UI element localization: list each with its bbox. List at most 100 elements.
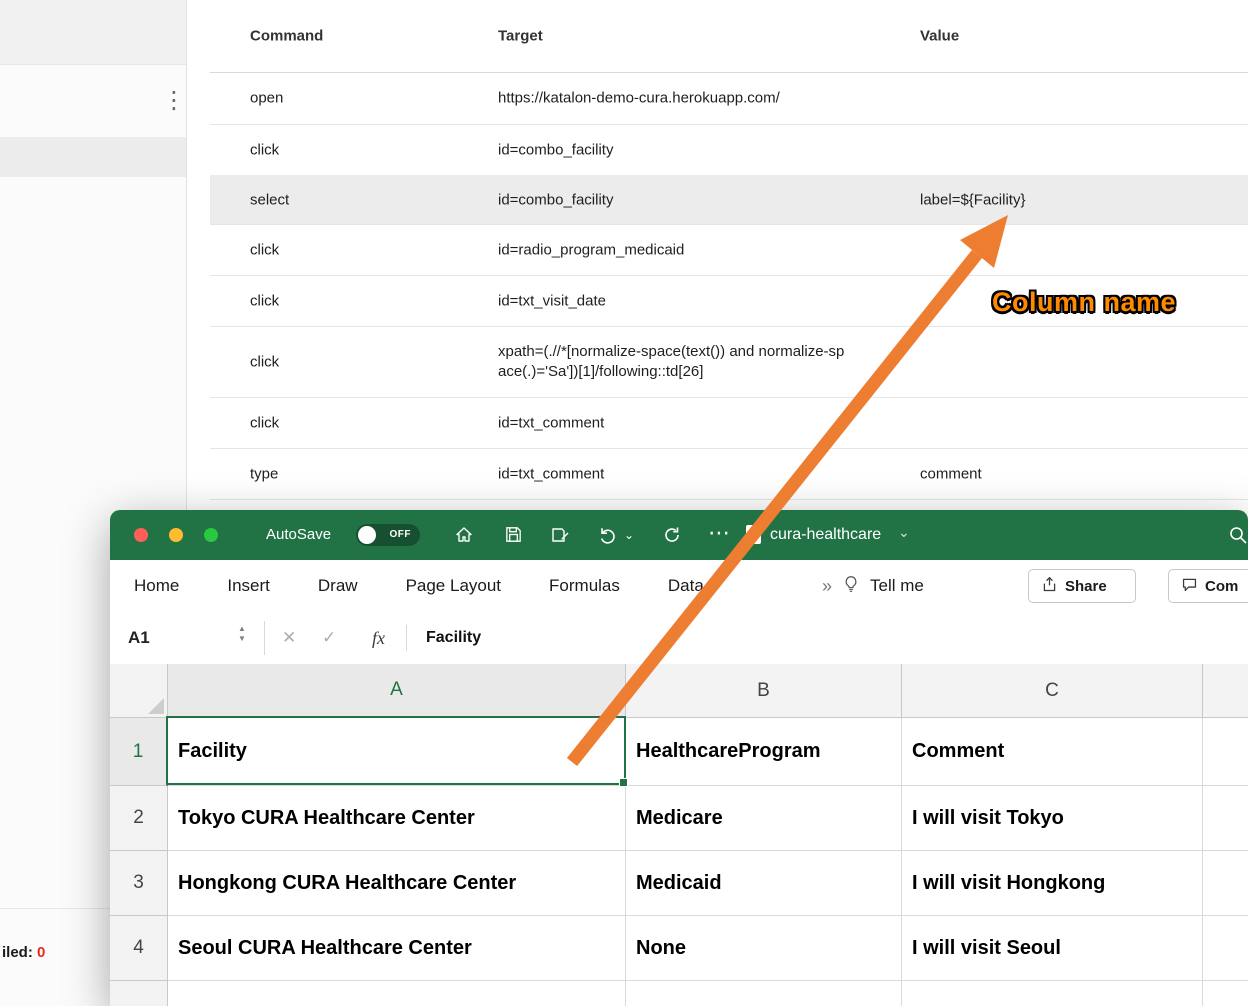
sidebar-selected-item[interactable] [0,137,186,177]
status-count: 0 [37,944,45,961]
step-command: click [250,414,279,431]
step-target: id=radio_program_medicaid [498,241,684,258]
column-header-A[interactable]: A [168,664,626,718]
status-badge: iled: 0 [2,944,45,961]
cell-D3[interactable] [1203,851,1248,916]
test-step-row[interactable]: type id=txt_comment comment [210,448,1248,500]
test-step-row-selected[interactable]: select id=combo_facility label=${Facilit… [210,175,1248,225]
step-target: id=combo_facility [498,191,613,208]
cell-C5[interactable] [902,981,1203,1006]
more-commands-icon[interactable]: ⋯ [708,520,731,546]
cell-A4[interactable]: Seoul CURA Healthcare Center [168,916,626,981]
test-step-row[interactable]: open https://katalon-demo-cura.herokuapp… [210,72,1248,125]
toggle-knob [358,526,376,544]
row-header-1[interactable]: 1 [110,718,168,786]
cell-A5[interactable] [168,981,626,1006]
column-header-C[interactable]: C [902,664,1203,718]
save-icon[interactable] [504,525,523,549]
sheet-row: 2 Tokyo CURA Healthcare Center Medicare … [110,786,1248,851]
row-header-3[interactable]: 3 [110,851,168,916]
home-icon[interactable] [454,525,474,550]
tab-overflow-icon[interactable]: » [822,576,832,597]
cell-A2[interactable]: Tokyo CURA Healthcare Center [168,786,626,851]
row-header-5[interactable] [110,981,168,1006]
cell-C2[interactable]: I will visit Tokyo [902,786,1203,851]
cell-B2[interactable]: Medicare [626,786,902,851]
sheet-row: 1 Facility HealthcareProgram Comment [110,718,1248,786]
kebab-menu-icon[interactable]: ⋮ [162,88,186,114]
save-as-icon[interactable] [550,525,570,550]
test-steps-table: Command Target Value open https://katalo… [210,0,1248,510]
cell-D2[interactable] [1203,786,1248,851]
tab-data[interactable]: Data [668,576,704,596]
share-button[interactable]: Share [1028,569,1136,603]
column-header-target: Target [498,28,543,45]
insert-function-icon[interactable]: fx [372,612,385,664]
traffic-light-zoom-icon[interactable] [204,528,218,542]
column-header-command: Command [250,28,323,45]
formula-bar-divider [264,621,265,655]
comments-button[interactable]: Com [1168,569,1248,603]
cell-A1[interactable]: Facility [168,718,626,786]
test-step-row[interactable]: click id=txt_comment [210,397,1248,449]
excel-window: AutoSave OFF ⌄ ⋯ X cura-heal [110,510,1248,1006]
cell-A3[interactable]: Hongkong CURA Healthcare Center [168,851,626,916]
tab-formulas[interactable]: Formulas [549,576,620,596]
spinner-up-icon[interactable]: ▲ [238,625,246,633]
name-box-spinner[interactable]: ▲ ▼ [238,625,246,643]
excel-doc-icon: X [746,525,761,544]
step-command: type [250,465,278,482]
tab-insert[interactable]: Insert [227,576,270,596]
column-header-B[interactable]: B [626,664,902,718]
cell-C4[interactable]: I will visit Seoul [902,916,1203,981]
share-icon [1041,576,1058,597]
step-target: xpath=(.//*[normalize-space(text()) and … [498,342,846,382]
spinner-down-icon[interactable]: ▼ [238,635,246,643]
formula-bar-value[interactable]: Facility [426,612,481,664]
sheet-row: 4 Seoul CURA Healthcare Center None I wi… [110,916,1248,981]
step-value: label=${Facility} [920,191,1025,208]
cell-D1[interactable] [1203,718,1248,786]
formula-bar: A1 ▲ ▼ ✕ ✓ fx Facility [110,612,1248,665]
test-step-row[interactable]: click id=radio_program_medicaid [210,224,1248,276]
document-title-chevron-icon[interactable]: ⌄ [898,524,910,541]
cell-D5[interactable] [1203,981,1248,1006]
cell-B3[interactable]: Medicaid [626,851,902,916]
select-all-corner[interactable] [110,664,168,718]
test-step-row[interactable]: click xpath=(.//*[normalize-space(text()… [210,326,1248,398]
tab-home[interactable]: Home [134,576,179,596]
cell-B1[interactable]: HealthcareProgram [626,718,902,786]
cell-C1[interactable]: Comment [902,718,1203,786]
step-command: select [250,191,289,208]
undo-icon[interactable] [598,525,618,550]
name-box[interactable]: A1 [128,612,150,664]
traffic-light-minimize-icon[interactable] [169,528,183,542]
redo-icon[interactable] [662,525,682,550]
tab-page-layout[interactable]: Page Layout [406,576,501,596]
cell-C3[interactable]: I will visit Hongkong [902,851,1203,916]
sheet-row-partial [110,981,1248,1006]
formula-bar-divider-2 [406,625,407,651]
accept-icon[interactable]: ✓ [322,612,336,664]
undo-dropdown-caret-icon[interactable]: ⌄ [624,528,634,542]
cell-B5[interactable] [626,981,902,1006]
autosave-state-label: OFF [390,524,412,546]
status-label: iled: [2,944,33,961]
search-icon[interactable] [1228,525,1248,550]
cell-B4[interactable]: None [626,916,902,981]
column-header-partial[interactable] [1203,664,1248,718]
cancel-icon[interactable]: ✕ [282,612,296,664]
tell-me-button[interactable]: Tell me [870,576,924,596]
document-title[interactable]: cura-healthcare [770,510,881,560]
traffic-light-close-icon[interactable] [134,528,148,542]
test-step-row[interactable]: click id=combo_facility [210,124,1248,176]
row-header-4[interactable]: 4 [110,916,168,981]
sheet-row: 3 Hongkong CURA Healthcare Center Medica… [110,851,1248,916]
cell-D4[interactable] [1203,916,1248,981]
share-label: Share [1065,578,1107,595]
row-header-2[interactable]: 2 [110,786,168,851]
autosave-label: AutoSave [266,510,331,560]
screenshot-root: ⋮ Command Target Value open https://kata… [0,0,1248,1006]
autosave-toggle[interactable]: OFF [356,524,420,546]
tab-draw[interactable]: Draw [318,576,358,596]
